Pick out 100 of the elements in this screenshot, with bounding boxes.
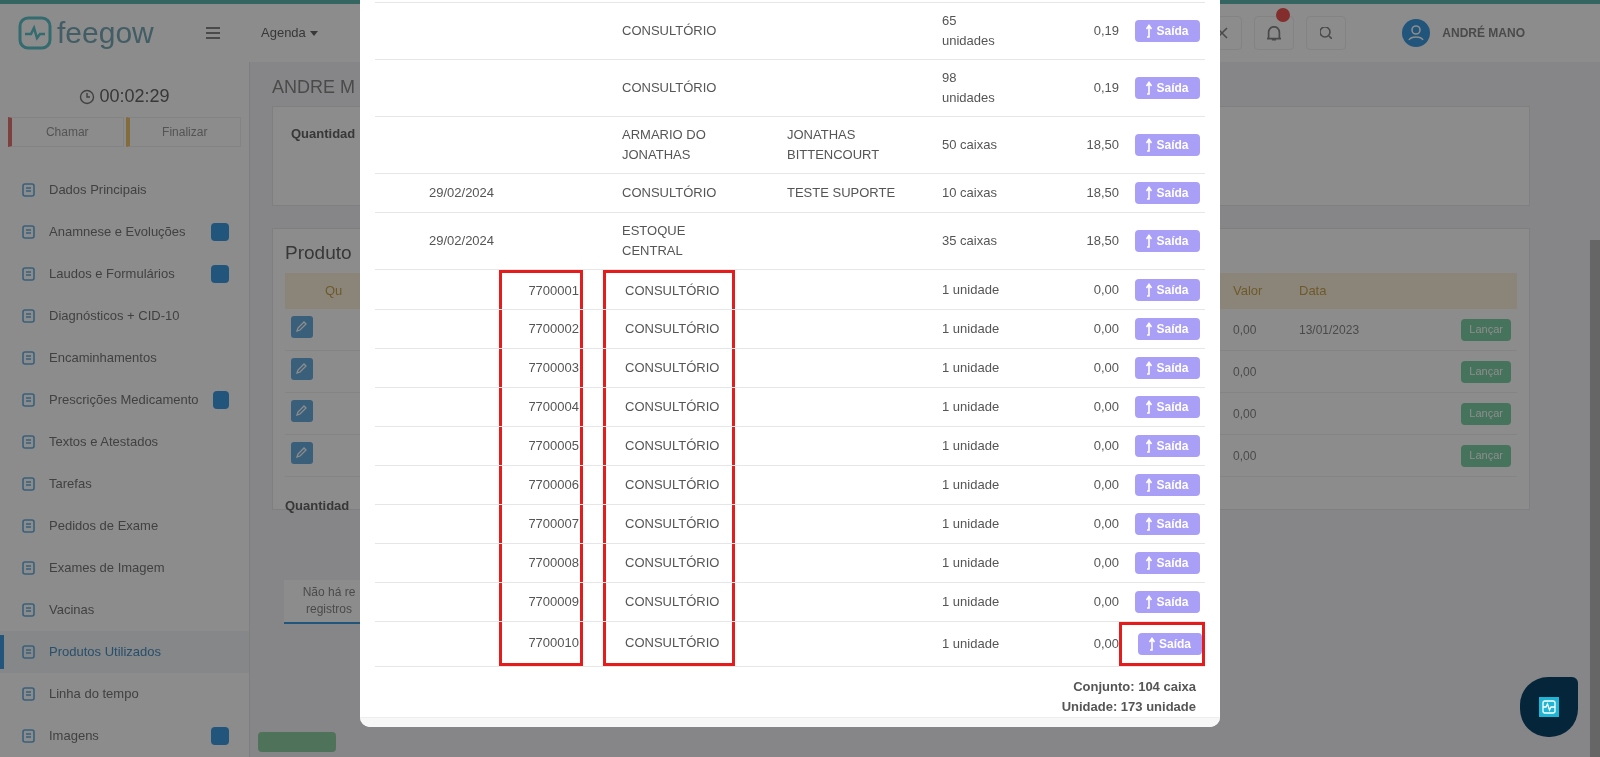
table-cell-text: 0,00 (1093, 593, 1119, 611)
document-icon (22, 183, 35, 197)
table-cell-text: 0,00 (1093, 398, 1119, 416)
total-text: Conjunto: 104 caixa (1073, 678, 1196, 696)
table-cell-text: 0,00 (1093, 515, 1119, 533)
launch-button[interactable]: Lançar (1461, 444, 1511, 467)
table-cell-text: 1 unidade (942, 359, 1000, 377)
clock-icon (79, 88, 96, 105)
document-icon (22, 435, 35, 449)
edit-icon[interactable] (291, 400, 313, 422)
launch-button[interactable]: Lançar (1461, 318, 1511, 341)
table-cell-text: 1 unidade (942, 280, 1000, 299)
exit-button[interactable]: Saída (1135, 474, 1200, 496)
exit-button[interactable]: Saída (1135, 591, 1200, 613)
exit-button[interactable]: Saída (1135, 77, 1200, 99)
scrollbar[interactable] (1590, 240, 1600, 757)
table-cell-text: 1 unidade (942, 554, 1000, 572)
table-cell-text: 0,00 (1093, 635, 1119, 653)
sidebar-item[interactable]: Linha do tempo (0, 673, 249, 715)
table-cell-text: 10 caixas (942, 184, 997, 202)
table-cell-text: 7700009 (528, 593, 579, 611)
table-cell-text: 29/02/2024 (429, 232, 495, 250)
table-cell-text: 0,19 (1093, 22, 1119, 40)
menu-icon[interactable] (205, 26, 221, 40)
table-cell-text: 0,00 (1093, 437, 1119, 455)
exit-button[interactable]: Saída (1135, 278, 1200, 301)
table-cell-text: 0,00 (1093, 554, 1119, 572)
sidebar-item[interactable]: Exames de Imagem (0, 547, 249, 589)
user-name: ANDRÉ MANO (1442, 24, 1525, 42)
table-cell-text: 7700003 (528, 359, 579, 377)
table-cell-text: 65 unidades (942, 12, 996, 50)
exit-button[interactable]: Saída (1135, 134, 1200, 156)
sidebar-item[interactable]: Pedidos de Exame (0, 505, 249, 547)
document-icon (22, 603, 35, 617)
exit-button[interactable]: Saída (1135, 230, 1200, 252)
sidebar-item[interactable]: Imagens (0, 715, 249, 757)
table-cell-text: 0,00 (1233, 405, 1258, 423)
bell-icon (1267, 25, 1282, 41)
exit-button[interactable]: Saída (1135, 182, 1200, 204)
sidebar-item[interactable]: Diagnósticos + CID-10 (0, 295, 249, 337)
edit-icon[interactable] (291, 358, 313, 380)
table-cell-text: CONSULTÓRIO (625, 282, 721, 300)
patient-title: ANDRE M (272, 77, 355, 97)
sidebar-item[interactable]: Prescrições Medicamento (0, 379, 249, 421)
table-cell-text: 29/02/2024 (429, 184, 495, 202)
table-cell-text: 0,00 (1093, 359, 1119, 377)
table-cell-text: 1 unidade (942, 515, 1000, 533)
table-cell-text: 7700007 (528, 515, 579, 533)
table-cell-text: JONATHAS BITTENCOURT (787, 126, 881, 164)
nav-menu[interactable]: Agenda (261, 23, 318, 43)
exit-button[interactable]: Saída (1135, 552, 1200, 574)
edit-icon[interactable] (291, 442, 313, 464)
avatar-icon[interactable] (1402, 19, 1431, 47)
exit-button[interactable]: Saída (1135, 357, 1200, 379)
sidebar-item[interactable]: Vacinas (0, 589, 249, 631)
table-cell-text: 0,00 (1093, 320, 1119, 338)
table-cell-text: 7700004 (528, 398, 579, 416)
sidebar-item[interactable]: Dados Principais (0, 169, 249, 211)
arrow-up-icon (1146, 282, 1155, 297)
launch-button[interactable]: Lançar (1461, 360, 1511, 383)
table-cell-text: 0,00 (1093, 476, 1119, 494)
session-button[interactable]: Chamar (8, 117, 124, 147)
arrow-up-icon (1146, 138, 1155, 152)
document-icon (22, 267, 35, 281)
document-icon (22, 687, 35, 701)
arrow-up-icon (1146, 517, 1155, 531)
arrow-up-icon (1146, 81, 1155, 95)
sidebar-item[interactable]: Encaminhamentos (0, 337, 249, 379)
table-cell-text: 7700010 (528, 633, 579, 652)
exit-button[interactable]: Saída (1135, 396, 1200, 418)
launch-button[interactable]: Lançar (1461, 402, 1511, 425)
sidebar-item[interactable]: Anamnese e Evoluções (0, 211, 249, 253)
exit-button[interactable]: Saída (1138, 633, 1202, 655)
sidebar-item[interactable]: Produtos Utilizados (0, 631, 249, 673)
table-cell-text: 7700005 (528, 437, 579, 455)
table-cell-text: TESTE SUPORTE (787, 184, 896, 202)
arrow-up-icon (1146, 24, 1155, 38)
exit-button[interactable]: Saída (1135, 435, 1200, 457)
exit-button[interactable]: Saída (1135, 20, 1200, 42)
arrow-up-icon (1146, 439, 1155, 453)
chat-button[interactable] (1520, 677, 1578, 737)
sidebar-item[interactable]: Laudos e Formulários (0, 253, 249, 295)
field-label: Quantidad (285, 498, 350, 513)
search-button[interactable] (1306, 16, 1347, 50)
table-cell-text: 1 unidade (942, 593, 1000, 611)
document-icon (22, 477, 35, 491)
table-cell-text: CONSULTÓRIO (622, 184, 718, 202)
field-label: Quantidad (291, 126, 356, 141)
edit-icon[interactable] (291, 316, 313, 338)
sidebar-item[interactable]: Tarefas (0, 463, 249, 505)
exit-button[interactable]: Saída (1135, 513, 1200, 535)
exit-button[interactable]: Saída (1135, 318, 1200, 340)
document-icon (22, 519, 35, 533)
sidebar-item[interactable]: Textos e Atestados (0, 421, 249, 463)
session-button[interactable]: Finalizar (125, 117, 241, 147)
arrow-up-icon (1146, 322, 1155, 336)
document-icon (22, 225, 35, 239)
column-header: Qu (324, 282, 344, 301)
document-icon (22, 561, 35, 575)
table-cell-text: 18,50 (1086, 136, 1119, 154)
